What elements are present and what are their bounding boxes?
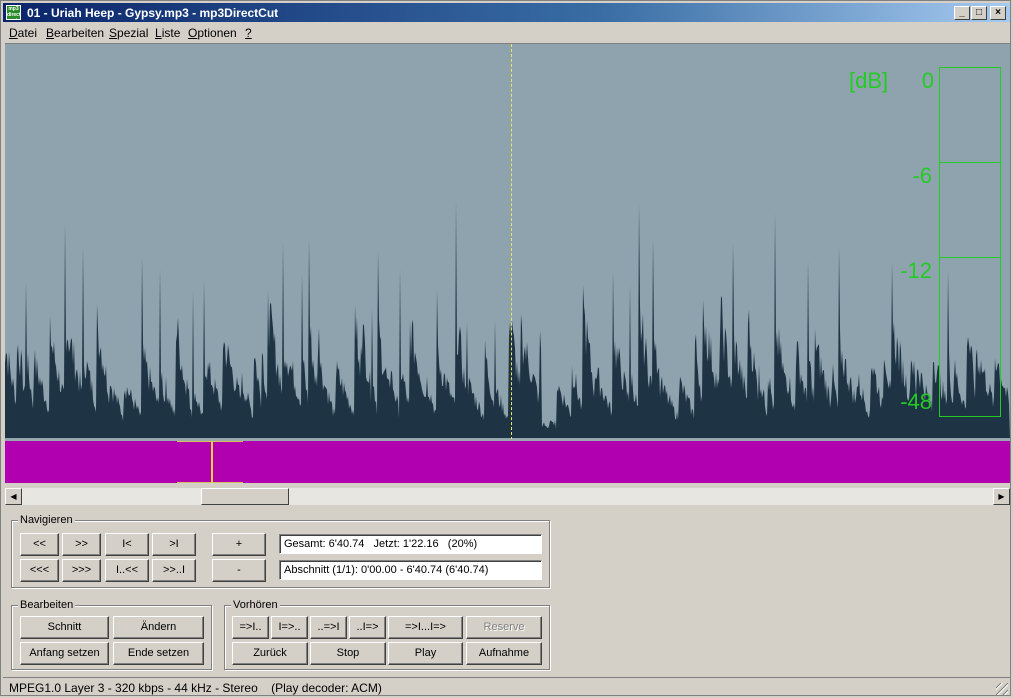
set-start-button[interactable]: Anfang setzen: [20, 642, 109, 665]
window-title: 01 - Uriah Heep - Gypsy.mp3 - mp3DirectC…: [27, 6, 279, 20]
app-window: mp3 direct cut 01 - Uriah Heep - Gypsy.m…: [0, 0, 1011, 696]
close-icon[interactable]: ×: [990, 6, 1006, 20]
status-bar: MPEG1.0 Layer 3 - 320 kbps - 44 kHz - St…: [3, 677, 1010, 697]
menu-bearbeiten[interactable]: Bearbeiten: [46, 26, 104, 40]
overview-view-window[interactable]: [177, 441, 243, 483]
menu-datei[interactable]: Datei: [9, 26, 37, 40]
meter-tick: [940, 257, 1000, 258]
preview-cut-button[interactable]: =>I...I=>: [388, 616, 463, 639]
scroll-right-icon[interactable]: ▶: [993, 488, 1010, 505]
preview-group: Vorhören =>I.. I=>.. ..=>I ..I=> =>I...I…: [224, 599, 550, 670]
preview-from-start-button[interactable]: I=>..: [271, 616, 308, 639]
record-button[interactable]: Aufnahme: [466, 642, 542, 665]
status-text: MPEG1.0 Layer 3 - 320 kbps - 44 kHz - St…: [9, 681, 382, 695]
fast-back-button[interactable]: <<<: [20, 559, 59, 582]
play-button[interactable]: Play: [388, 642, 463, 665]
fast-forward-button[interactable]: >>>: [62, 559, 101, 582]
total-time-field: Gesamt: 6'40.74 Jetzt: 1'22.16 (20%): [279, 534, 542, 554]
section-end-button[interactable]: >>..I: [152, 559, 196, 582]
section-field: Abschnitt (1/1): 0'00.00 - 6'40.74 (6'40…: [279, 560, 542, 580]
maximize-icon[interactable]: □: [971, 6, 987, 20]
title-bar[interactable]: mp3 direct cut 01 - Uriah Heep - Gypsy.m…: [3, 3, 1010, 22]
preview-legend: Vorhören: [231, 599, 280, 611]
to-start-button[interactable]: I<: [105, 533, 149, 556]
menu-spezial[interactable]: Spezial: [109, 26, 148, 40]
zoom-in-button[interactable]: +: [212, 533, 266, 556]
reserve-button: Reserve: [466, 616, 542, 639]
app-icon[interactable]: mp3 direct cut: [6, 5, 21, 20]
db-mark-48: -48: [900, 389, 932, 414]
menu-bar: Datei Bearbeiten Spezial Liste Optionen …: [3, 23, 1010, 42]
scroll-thumb[interactable]: [201, 488, 289, 505]
preview-from-end-button[interactable]: ..I=>: [349, 616, 386, 639]
back-button[interactable]: <<: [20, 533, 59, 556]
scroll-left-icon[interactable]: ◀: [5, 488, 22, 505]
db-mark-12: -12: [900, 258, 932, 283]
preview-to-end-button[interactable]: ..=>I: [310, 616, 347, 639]
rewind-button[interactable]: Zurück: [232, 642, 308, 665]
overview-position-marker: [211, 441, 213, 483]
set-end-button[interactable]: Ende setzen: [113, 642, 204, 665]
waveform-envelope: [5, 201, 1010, 438]
navigate-legend: Navigieren: [18, 514, 75, 526]
horizontal-scrollbar[interactable]: ◀ ▶: [5, 488, 1010, 505]
level-meter: [939, 67, 1001, 417]
overview-bar[interactable]: [5, 439, 1010, 483]
to-end-button[interactable]: >I: [152, 533, 196, 556]
stop-button[interactable]: Stop: [310, 642, 386, 665]
forward-button[interactable]: >>: [62, 533, 101, 556]
db-mark-6: -6: [912, 163, 932, 188]
edit-legend: Bearbeiten: [18, 599, 76, 611]
db-unit-label: [dB]: [849, 68, 889, 93]
menu-help[interactable]: ?: [245, 26, 252, 40]
resize-grip-icon[interactable]: [996, 683, 1008, 695]
zoom-out-button[interactable]: -: [212, 559, 266, 582]
section-start-button[interactable]: I..<<: [105, 559, 149, 582]
waveform-graph: [5, 201, 1010, 438]
edit-group: Bearbeiten Schnitt Ändern Anfang setzen …: [11, 599, 212, 670]
meter-tick: [940, 162, 1000, 163]
minimize-icon[interactable]: _: [954, 6, 970, 20]
waveform-view[interactable]: [dB] 0 -6 -12 -48: [5, 43, 1010, 440]
change-button[interactable]: Ändern: [113, 616, 204, 639]
db-mark-0: 0: [921, 68, 934, 93]
cut-button[interactable]: Schnitt: [20, 616, 109, 639]
preview-to-start-button[interactable]: =>I..: [232, 616, 269, 639]
menu-optionen[interactable]: Optionen: [188, 26, 237, 40]
menu-liste[interactable]: Liste: [155, 26, 180, 40]
playback-cursor[interactable]: [511, 44, 512, 440]
navigate-group: Navigieren << >> I< >I <<< >>> I..<< >>.…: [11, 514, 550, 588]
